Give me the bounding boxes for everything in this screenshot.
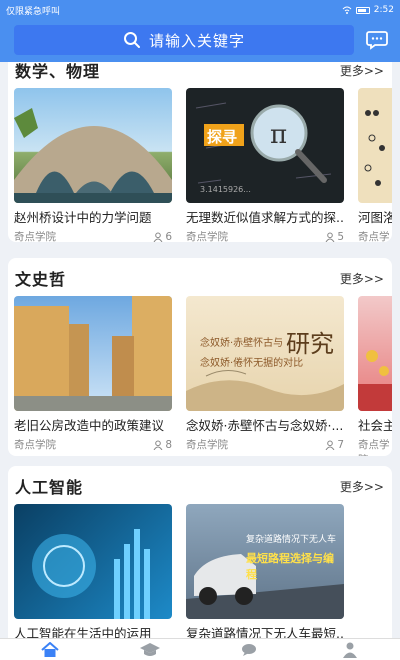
section-math-physics: 数学、物理 更多>> 赵州桥设计中的力学问题 奇点学院 6 π 3.141592… [8, 62, 392, 242]
course-title: 念奴娇·赤壁怀古与念奴娇·... [186, 418, 344, 433]
thumbnail-caption: 探寻 [207, 128, 238, 146]
section-title: 数学、物理 [15, 62, 101, 81]
course-thumbnail [14, 88, 172, 203]
course-source: 奇点学院 [358, 439, 390, 456]
course-thumbnail: 复杂道路情况下无人车 最短路程选择与编程 [186, 504, 344, 619]
course-card[interactable]: 研究 念奴娇·赤壁怀古与 念奴娇·倦怀无据的对比 念奴娇·赤壁怀古与念奴娇·..… [186, 296, 344, 456]
home-icon[interactable] [39, 641, 61, 659]
course-title: 河图洛 [358, 210, 392, 225]
user-icon[interactable] [339, 641, 361, 659]
wifi-icon [342, 6, 352, 14]
learner-count: 5 [337, 230, 344, 243]
course-source: 奇点学院 [14, 439, 56, 451]
status-left-text: 仅限紧急呼叫 [6, 6, 61, 17]
section-artificial-intelligence: 人工智能 更多>> 人工智能在生活中的运用 复杂道路情况下无人车 最短路程选择与… [8, 466, 392, 638]
more-link[interactable]: 更多>> [340, 478, 384, 495]
content-scroll[interactable]: 数学、物理 更多>> 赵州桥设计中的力学问题 奇点学院 6 π 3.141592… [0, 62, 400, 638]
search-bar[interactable]: 请输入关键字 [14, 25, 354, 55]
course-source: 奇点学院 [358, 231, 390, 242]
chat-icon[interactable] [239, 641, 261, 659]
course-thumbnail [14, 296, 172, 411]
chat-bubble-icon[interactable] [366, 28, 388, 50]
search-placeholder: 请输入关键字 [148, 31, 245, 50]
course-thumbnail [14, 504, 172, 619]
course-card[interactable]: 复杂道路情况下无人车 最短路程选择与编程 复杂道路情况下无人车最短... [186, 504, 344, 638]
status-bar: 仅限紧急呼叫 2:52 [0, 0, 400, 20]
person-icon [153, 232, 163, 242]
learner-count: 7 [337, 438, 344, 451]
section-title: 人工智能 [15, 478, 84, 497]
course-thumbnail [358, 88, 392, 203]
bottom-nav [0, 638, 400, 660]
course-source: 奇点学院 [14, 231, 56, 242]
section-literature-history-philosophy: 文史哲 更多>> 老旧公房改造中的政策建议 奇点学院 8 研究 念奴娇·赤壁怀古… [8, 258, 392, 456]
course-title: 赵州桥设计中的力学问题 [14, 210, 152, 225]
course-thumbnail: 研究 念奴娇·赤壁怀古与 念奴娇·倦怀无据的对比 [186, 296, 344, 411]
course-title: 老旧公房改造中的政策建议 [14, 418, 165, 433]
search-icon [123, 32, 140, 48]
course-card[interactable]: 社会主 奇点学院 [358, 296, 392, 456]
person-icon [325, 232, 335, 242]
course-title: 复杂道路情况下无人车最短... [186, 626, 344, 638]
course-card[interactable]: 赵州桥设计中的力学问题 奇点学院 6 [14, 88, 172, 242]
course-title: 人工智能在生活中的运用 [14, 626, 152, 638]
thumbnail-line-1: 复杂道路情况下无人车 [246, 535, 337, 545]
course-source: 奇点学院 [186, 231, 228, 242]
section-title: 文史哲 [15, 270, 67, 289]
svg-text:3.1415926...: 3.1415926... [200, 185, 251, 194]
learner-count: 8 [165, 438, 172, 451]
thumbnail-line-2: 最短路程选择与编程 [246, 552, 334, 581]
more-link[interactable]: 更多>> [340, 270, 384, 287]
course-source: 奇点学院 [186, 439, 228, 451]
svg-text:π: π [270, 120, 287, 150]
app-header: 仅限紧急呼叫 2:52 请输入关键字 [0, 0, 400, 62]
status-time: 2:52 [373, 5, 394, 15]
course-title: 无理数近似值求解方式的探... [186, 210, 344, 225]
course-card[interactable]: 老旧公房改造中的政策建议 奇点学院 8 [14, 296, 172, 456]
thumbnail-line-1: 念奴娇·赤壁怀古与 [200, 338, 284, 349]
person-icon [153, 440, 163, 450]
graduation-cap-icon[interactable] [139, 641, 161, 659]
course-title: 社会主 [358, 418, 392, 433]
course-card[interactable]: 人工智能在生活中的运用 [14, 504, 172, 638]
person-icon [325, 440, 335, 450]
course-thumbnail: π 3.1415926... 探寻 [186, 88, 344, 203]
course-card[interactable]: 河图洛 奇点学院 [358, 88, 392, 242]
course-thumbnail [358, 296, 392, 411]
battery-icon [355, 6, 370, 14]
learner-count: 6 [165, 230, 172, 243]
thumbnail-line-2: 念奴娇·倦怀无据的对比 [200, 358, 304, 369]
more-link[interactable]: 更多>> [340, 62, 384, 79]
course-card[interactable]: π 3.1415926... 探寻 无理数近似值求解方式的探... 奇点学院 5 [186, 88, 344, 242]
